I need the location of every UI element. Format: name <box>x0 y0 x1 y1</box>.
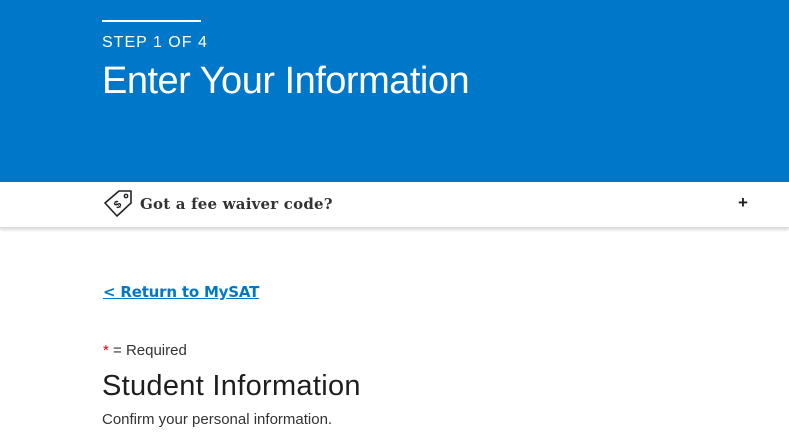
section-subtitle: Confirm your personal information. <box>102 411 333 428</box>
page-title: Enter Your Information <box>102 60 470 102</box>
svg-text:$: $ <box>112 198 124 211</box>
required-legend: * = Required <box>103 342 187 359</box>
fee-waiver-accordion[interactable]: $ Got a fee waiver code? + <box>0 182 789 228</box>
required-text: = Required <box>108 342 187 359</box>
header-divider <box>102 20 201 22</box>
return-to-mysat-link[interactable]: < Return to MySAT <box>103 283 259 301</box>
expand-plus-icon[interactable]: + <box>734 192 752 214</box>
price-tag-icon: $ <box>102 189 134 219</box>
fee-waiver-label[interactable]: Got a fee waiver code? <box>140 195 333 213</box>
step-indicator: STEP 1 OF 4 <box>102 34 208 51</box>
page-header: STEP 1 OF 4 Enter Your Information <box>0 0 789 182</box>
section-title: Student Information <box>102 370 361 402</box>
